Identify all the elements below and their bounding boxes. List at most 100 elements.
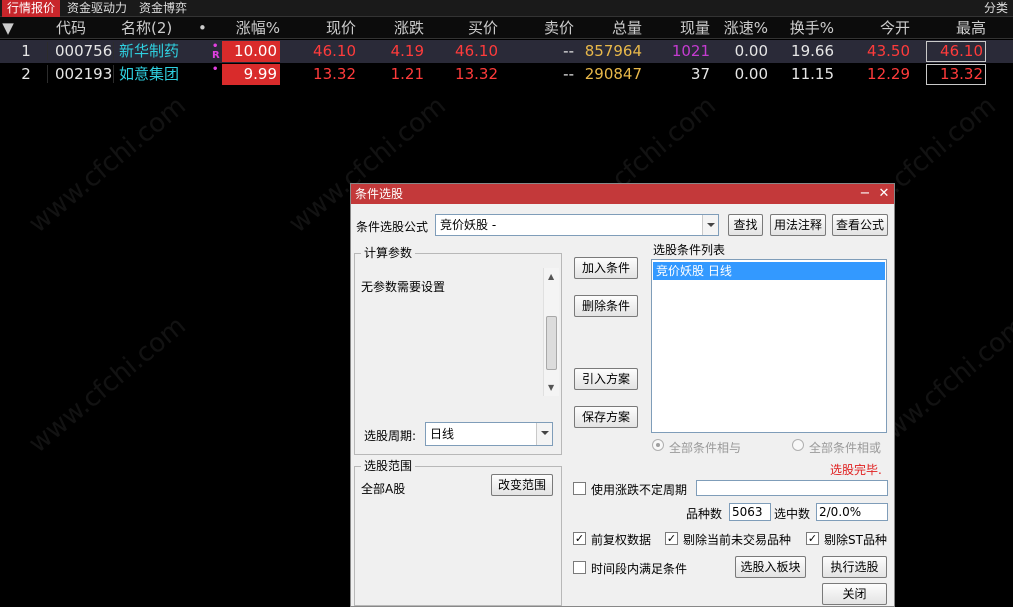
col-high[interactable]: 最高 (912, 17, 986, 39)
execute-selection-button[interactable]: 执行选股 (822, 556, 887, 578)
high-price: 13.32 (926, 64, 986, 85)
usage-notes-button[interactable]: 用法注释 (770, 214, 826, 236)
volume: 290847 (584, 65, 642, 83)
calc-params-group: 计算参数 无参数需要设置 ▲ ▼ 选股周期: 日线 (354, 246, 562, 455)
change-range-button[interactable]: 改变范围 (491, 474, 553, 496)
col-ask[interactable]: 卖价 (500, 17, 574, 39)
params-scrollbar[interactable]: ▲ ▼ (543, 268, 559, 396)
ask-price: -- (563, 65, 574, 83)
variety-count: 5063 (729, 503, 771, 521)
selected-count-label: 选中数 (774, 507, 811, 521)
current-volume: 1021 (671, 42, 710, 60)
add-to-block-button[interactable]: 选股入板块 (735, 556, 806, 578)
remove-no-trade-label: 剔除当前未交易品种 (683, 533, 792, 547)
col-open[interactable]: 今开 (836, 17, 910, 39)
r-flag-icon: R (212, 50, 220, 61)
col-change[interactable]: 涨跌 (358, 17, 424, 39)
formula-select[interactable]: 竞价妖股 - (435, 214, 719, 236)
tab-category[interactable]: 分类 (979, 0, 1013, 17)
col-cur-vol[interactable]: 现量 (644, 17, 710, 39)
change: 4.19 (390, 42, 424, 60)
speed: 0.00 (734, 65, 768, 83)
price: 46.10 (313, 42, 356, 60)
bid-price: 13.32 (455, 65, 498, 83)
all-or-radio[interactable] (792, 439, 804, 451)
condition-list-item[interactable]: 竞价妖股 日线 (653, 262, 885, 280)
time-range-checkbox[interactable] (573, 561, 586, 574)
tab-market-quotes[interactable]: 行情报价 (2, 0, 61, 17)
formula-label: 条件选股公式 (356, 220, 429, 234)
col-flag[interactable]: • (198, 17, 207, 39)
minimize-icon[interactable]: − (856, 184, 874, 204)
delete-condition-button[interactable]: 删除条件 (574, 295, 638, 317)
pct-change: 10.00 (222, 41, 280, 62)
save-plan-button[interactable]: 保存方案 (574, 406, 638, 428)
table-row[interactable]: 2 002193 如意集团 • 9.99 13.32 1.21 13.32 --… (0, 63, 1013, 86)
variable-period-label: 使用涨跌不定周期 (591, 483, 688, 497)
watermark: www.cfchi.com (23, 310, 192, 460)
row-arrow-icon: ▼ (2, 19, 14, 37)
period-select[interactable]: 日线 (425, 422, 553, 446)
dialog-title: 条件选股 (351, 184, 894, 204)
pre-adjust-label: 前复权数据 (591, 533, 652, 547)
row-index: 1 (21, 42, 31, 60)
open-price: 43.50 (867, 42, 910, 60)
open-price: 12.29 (867, 65, 910, 83)
condition-stock-picker-dialog: 条件选股 − ✕ 条件选股公式 竞价妖股 - 查找 用法注释 查看公式 计算参数… (350, 183, 895, 607)
condition-list[interactable]: 竞价妖股 日线 (651, 259, 887, 433)
selected-count: 2/0.0% (816, 503, 888, 521)
scroll-up-icon[interactable]: ▲ (548, 272, 554, 281)
turnover: 11.15 (791, 65, 834, 83)
find-button[interactable]: 查找 (728, 214, 763, 236)
row-index: 2 (21, 65, 31, 83)
col-code[interactable]: 代码 (56, 17, 86, 39)
pre-adjust-checkbox[interactable]: ✓ (573, 532, 586, 545)
tab-fund-drive[interactable]: 资金驱动力 (62, 0, 132, 17)
period-label: 选股周期: (364, 429, 417, 443)
col-price[interactable]: 现价 (282, 17, 356, 39)
add-condition-button[interactable]: 加入条件 (574, 257, 638, 279)
scroll-thumb[interactable] (546, 316, 557, 370)
all-and-radio[interactable] (652, 439, 664, 451)
top-tab-bar: 行情报价 资金驱动力 资金博弈 分类 (0, 0, 1013, 17)
range-value: 全部A股 (361, 482, 406, 496)
col-name[interactable]: 名称(2) (121, 17, 172, 39)
remove-no-trade-checkbox[interactable]: ✓ (665, 532, 678, 545)
col-turnover[interactable]: 换手% (770, 17, 834, 39)
calc-params-legend: 计算参数 (361, 246, 416, 260)
stock-name[interactable]: 如意集团 (119, 63, 179, 85)
bid-price: 46.10 (455, 42, 498, 60)
condition-list-label: 选股条件列表 (653, 243, 726, 257)
ask-price: -- (563, 42, 574, 60)
range-legend: 选股范围 (361, 459, 416, 473)
tab-fund-game[interactable]: 资金博弈 (134, 0, 192, 17)
scroll-down-icon[interactable]: ▼ (548, 383, 554, 392)
stock-code: 000756 (55, 42, 113, 60)
chevron-down-icon[interactable] (702, 215, 718, 235)
watermark: www.cfchi.com (23, 90, 192, 240)
remove-st-checkbox[interactable]: ✓ (806, 532, 819, 545)
close-button[interactable]: 关闭 (822, 583, 887, 605)
table-header: ▼ 代码 名称(2) • 涨幅% 现价 涨跌 买价 卖价 总量 现量 涨速% 换… (0, 17, 1013, 39)
col-pct[interactable]: 涨幅% (210, 17, 280, 39)
col-volume[interactable]: 总量 (576, 17, 642, 39)
stock-name[interactable]: 新华制药 (119, 40, 179, 62)
variable-period-input[interactable] (696, 480, 888, 496)
chevron-down-icon[interactable] (536, 423, 552, 445)
table-row[interactable]: 1 000756 新华制药 • R 10.00 46.10 4.19 46.10… (0, 40, 1013, 63)
pct-change: 9.99 (222, 64, 280, 85)
all-and-label: 全部条件相与 (669, 441, 742, 455)
volume: 857964 (584, 42, 642, 60)
col-speed[interactable]: 涨速% (712, 17, 768, 39)
turnover: 19.66 (791, 42, 834, 60)
period-value: 日线 (430, 427, 455, 441)
col-bid[interactable]: 买价 (426, 17, 498, 39)
formula-value: 竞价妖股 - (440, 218, 497, 232)
close-icon[interactable]: ✕ (875, 184, 893, 204)
variable-period-checkbox[interactable] (573, 482, 586, 495)
time-range-label: 时间段内满足条件 (591, 562, 688, 576)
view-formula-button[interactable]: 查看公式 (832, 214, 888, 236)
status-text: 选股完毕. (830, 463, 882, 477)
import-plan-button[interactable]: 引入方案 (574, 368, 638, 390)
change: 1.21 (390, 65, 424, 83)
